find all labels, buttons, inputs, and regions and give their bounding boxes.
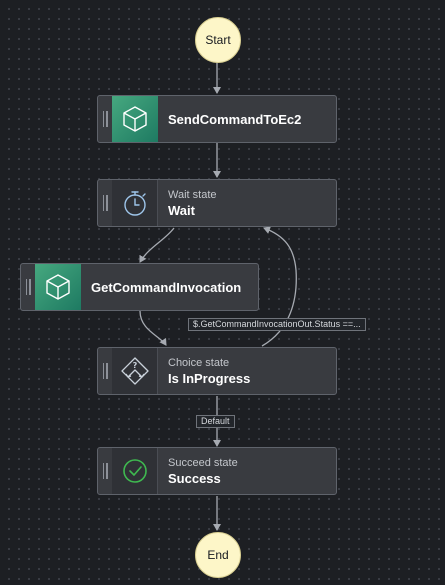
- default-edge-label[interactable]: Default: [196, 415, 235, 428]
- state-title: GetCommandInvocation: [91, 279, 242, 295]
- state-type: Wait state: [168, 188, 217, 201]
- edge-get-to-choice: [139, 310, 167, 346]
- drag-handle[interactable]: [98, 348, 112, 394]
- svg-text:?: ?: [132, 361, 137, 370]
- edge-wait-to-get: [139, 227, 175, 263]
- stopwatch-icon: [112, 180, 158, 226]
- state-title: Wait: [168, 202, 195, 218]
- start-node[interactable]: Start: [195, 17, 241, 63]
- state-get-invocation[interactable]: GetCommandInvocation: [20, 263, 259, 311]
- drag-handle[interactable]: [98, 180, 112, 226]
- state-success[interactable]: Succeed state Success: [97, 447, 337, 495]
- drag-handle[interactable]: [21, 264, 35, 310]
- end-node[interactable]: End: [195, 532, 241, 578]
- state-send-command[interactable]: SendCommandToEc2: [97, 95, 337, 143]
- state-wait[interactable]: Wait state Wait: [97, 179, 337, 227]
- check-circle-icon: [112, 448, 158, 494]
- state-type: Succeed state: [168, 456, 238, 469]
- start-label: Start: [205, 33, 231, 47]
- workflow-canvas[interactable]: Start SendCommandToEc2 Wait state Wait G…: [0, 0, 445, 585]
- state-type: Choice state: [168, 356, 230, 369]
- cube-icon: [112, 96, 158, 142]
- drag-handle[interactable]: [98, 96, 112, 142]
- state-title: Success: [168, 470, 221, 486]
- state-title: Is InProgress: [168, 370, 251, 386]
- cube-icon: [35, 264, 81, 310]
- drag-handle[interactable]: [98, 448, 112, 494]
- end-label: End: [207, 548, 229, 562]
- state-choice[interactable]: ? Choice state Is InProgress: [97, 347, 337, 395]
- choice-diamond-icon: ?: [112, 348, 158, 394]
- choice-condition-label[interactable]: $.GetCommandInvocationOut.Status ==...: [188, 318, 366, 331]
- state-title: SendCommandToEc2: [168, 111, 302, 127]
